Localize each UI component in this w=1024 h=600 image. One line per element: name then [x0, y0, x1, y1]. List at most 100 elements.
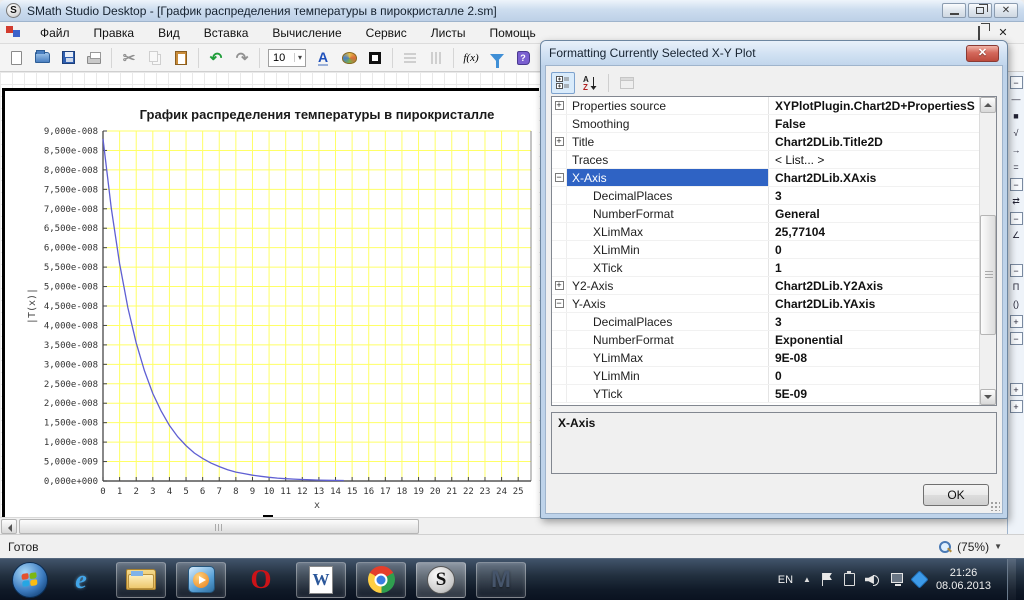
restore-button[interactable]: [968, 3, 992, 18]
expand-icon[interactable]: +: [552, 133, 567, 150]
palette-symbol[interactable]: —: [1010, 93, 1023, 106]
property-value[interactable]: 0: [769, 367, 979, 384]
mdi-restore-icon[interactable]: [972, 27, 986, 39]
paste-button[interactable]: [169, 47, 193, 69]
property-row[interactable]: +Y2-AxisChart2DLib.Y2Axis: [552, 277, 979, 295]
menu-item[interactable]: Вставка: [192, 23, 261, 43]
filter-button[interactable]: [485, 47, 509, 69]
property-value[interactable]: 9E-08: [769, 349, 979, 366]
property-value[interactable]: 3: [769, 187, 979, 204]
palette-toggle[interactable]: −: [1010, 332, 1023, 345]
menu-item[interactable]: Сервис: [354, 23, 419, 43]
menu-item[interactable]: Листы: [419, 23, 478, 43]
property-value[interactable]: 3: [769, 313, 979, 330]
menu-item[interactable]: Файл: [28, 23, 82, 43]
palette-symbol[interactable]: √: [1010, 127, 1023, 140]
property-value[interactable]: False: [769, 115, 979, 132]
zoom-control[interactable]: (75%) ▼: [938, 540, 1016, 554]
network-icon[interactable]: [889, 573, 903, 586]
palette-symbol[interactable]: ⇄: [1010, 195, 1023, 208]
scroll-down-button[interactable]: [980, 389, 996, 405]
palette-toggle[interactable]: −: [1010, 264, 1023, 277]
grid-scrollbar-thumb[interactable]: [980, 215, 996, 335]
taskbar-item-media-player[interactable]: [176, 562, 226, 598]
reference-button[interactable]: ?: [511, 47, 535, 69]
mdi-close-icon[interactable]: ✕: [996, 26, 1010, 39]
copy-button[interactable]: [143, 47, 167, 69]
property-row[interactable]: Traces< List... >: [552, 151, 979, 169]
dropbox-icon[interactable]: [910, 570, 928, 588]
property-value[interactable]: 25,77104: [769, 223, 979, 240]
taskbar-item-smath[interactable]: S: [416, 562, 466, 598]
dialog-titlebar[interactable]: Formatting Currently Selected X-Y Plot ✕: [541, 41, 1007, 65]
property-row[interactable]: XLimMax25,77104: [552, 223, 979, 241]
menu-item[interactable]: Помощь: [477, 23, 547, 43]
function-button[interactable]: f(x): [459, 47, 483, 69]
palette-toggle[interactable]: +: [1010, 383, 1023, 396]
palette-toggle[interactable]: −: [1010, 212, 1023, 225]
chart-object[interactable]: 0,000e+0005,000e-0091,000e-0081,500e-008…: [2, 88, 539, 517]
property-row[interactable]: +TitleChart2DLib.Title2D: [552, 133, 979, 151]
palette-toggle[interactable]: −: [1010, 76, 1023, 89]
border-button[interactable]: [363, 47, 387, 69]
menu-item[interactable]: Вычисление: [260, 23, 353, 43]
save-button[interactable]: [56, 47, 80, 69]
property-row[interactable]: +Properties sourceXYPlotPlugin.Chart2D+P…: [552, 97, 979, 115]
palette-symbol[interactable]: ∠: [1010, 229, 1023, 242]
property-row[interactable]: −X-AxisChart2DLib.XAxis: [552, 169, 979, 187]
grid-scrollbar[interactable]: [979, 97, 996, 405]
property-value[interactable]: 5E-09: [769, 385, 979, 402]
collapse-icon[interactable]: −: [552, 169, 567, 186]
window-titlebar[interactable]: S SMath Studio Desktop - [График распред…: [0, 0, 1024, 22]
property-value[interactable]: XYPlotPlugin.Chart2D+PropertiesS: [769, 97, 979, 114]
new-button[interactable]: [4, 47, 28, 69]
property-row[interactable]: XTick1: [552, 259, 979, 277]
scroll-left-button[interactable]: [1, 519, 17, 534]
property-value[interactable]: Chart2DLib.Y2Axis: [769, 277, 979, 294]
property-row[interactable]: YLimMax9E-08: [552, 349, 979, 367]
taskbar-item-word[interactable]: W: [296, 562, 346, 598]
align-horizontal-button[interactable]: [398, 47, 422, 69]
expand-icon[interactable]: +: [552, 277, 567, 294]
taskbar-item-explorer[interactable]: [116, 562, 166, 598]
font-color-button[interactable]: A: [311, 47, 335, 69]
undo-button[interactable]: ↶: [204, 47, 228, 69]
minimize-button[interactable]: [942, 3, 966, 18]
property-value[interactable]: 0: [769, 241, 979, 258]
alphabetical-sort-button[interactable]: A Z: [578, 72, 602, 94]
palette-toggle[interactable]: −: [1010, 178, 1023, 191]
taskbar-item-mathcad[interactable]: M: [476, 562, 526, 598]
taskbar-item-chrome[interactable]: [356, 562, 406, 598]
cut-button[interactable]: ✂: [117, 47, 141, 69]
background-color-button[interactable]: [337, 47, 361, 69]
resize-grip[interactable]: [990, 501, 1000, 511]
property-row[interactable]: XLimMin0: [552, 241, 979, 259]
palette-symbol[interactable]: =: [1010, 161, 1023, 174]
language-indicator[interactable]: EN: [778, 574, 793, 586]
palette-symbol[interactable]: (): [1010, 298, 1023, 311]
menu-item[interactable]: Правка: [82, 23, 147, 43]
update-icon[interactable]: [844, 573, 855, 586]
taskbar-item-internet-explorer[interactable]: e: [56, 562, 106, 598]
redo-button[interactable]: ↷: [230, 47, 254, 69]
align-vertical-button[interactable]: [424, 47, 448, 69]
horizontal-scrollbar[interactable]: [0, 517, 1024, 534]
property-value[interactable]: Chart2DLib.YAxis: [769, 295, 979, 312]
scroll-up-button[interactable]: [980, 97, 996, 113]
scrollbar-thumb[interactable]: [19, 519, 419, 534]
property-value[interactable]: General: [769, 205, 979, 222]
expand-icon[interactable]: +: [552, 97, 567, 114]
hidden-icons-button[interactable]: ▲: [803, 575, 811, 584]
property-row[interactable]: DecimalPlaces3: [552, 187, 979, 205]
property-value[interactable]: < List... >: [769, 151, 979, 168]
property-row[interactable]: DecimalPlaces3: [552, 313, 979, 331]
clock[interactable]: 21:26 08.06.2013: [936, 567, 991, 593]
print-button[interactable]: [82, 47, 106, 69]
property-value[interactable]: Exponential: [769, 331, 979, 348]
font-size-combo[interactable]: 10 ▾: [268, 49, 306, 67]
property-row[interactable]: NumberFormatExponential: [552, 331, 979, 349]
ok-button[interactable]: OK: [923, 484, 989, 506]
property-row[interactable]: −Y-AxisChart2DLib.YAxis: [552, 295, 979, 313]
dialog-close-button[interactable]: ✕: [966, 45, 999, 62]
palette-toggle[interactable]: +: [1010, 400, 1023, 413]
